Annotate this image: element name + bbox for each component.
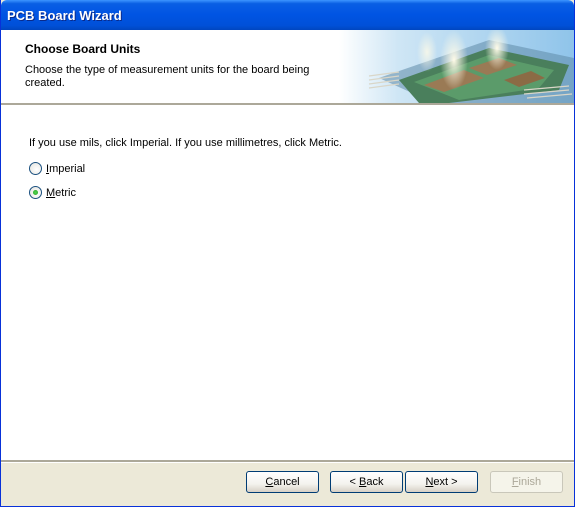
page-title: Choose Board Units xyxy=(25,42,141,56)
metric-label[interactable]: Metric xyxy=(46,187,76,199)
metric-radio-option[interactable]: Metric xyxy=(29,186,76,199)
title-bar[interactable]: PCB Board Wizard xyxy=(1,0,574,30)
pcb-banner-image xyxy=(339,30,574,103)
footer-divider xyxy=(1,460,574,463)
window-title: PCB Board Wizard xyxy=(7,8,122,23)
wizard-window: PCB Board Wizard Choose Board Units Choo… xyxy=(0,0,575,507)
cancel-button[interactable]: Cancel xyxy=(246,471,319,493)
finish-button[interactable]: Finish xyxy=(490,471,563,493)
wizard-content: If you use mils, click Imperial. If you … xyxy=(1,106,574,460)
units-instruction: If you use mils, click Imperial. If you … xyxy=(29,137,342,149)
imperial-radio-button[interactable] xyxy=(29,162,42,175)
page-description: Choose the type of measurement units for… xyxy=(25,64,310,89)
imperial-radio-option[interactable]: Imperial xyxy=(29,162,85,175)
back-button[interactable]: < Back xyxy=(330,471,403,493)
next-button[interactable]: Next > xyxy=(405,471,478,493)
imperial-label[interactable]: Imperial xyxy=(46,163,85,175)
wizard-header: Choose Board Units Choose the type of me… xyxy=(1,30,574,103)
metric-radio-button[interactable] xyxy=(29,186,42,199)
